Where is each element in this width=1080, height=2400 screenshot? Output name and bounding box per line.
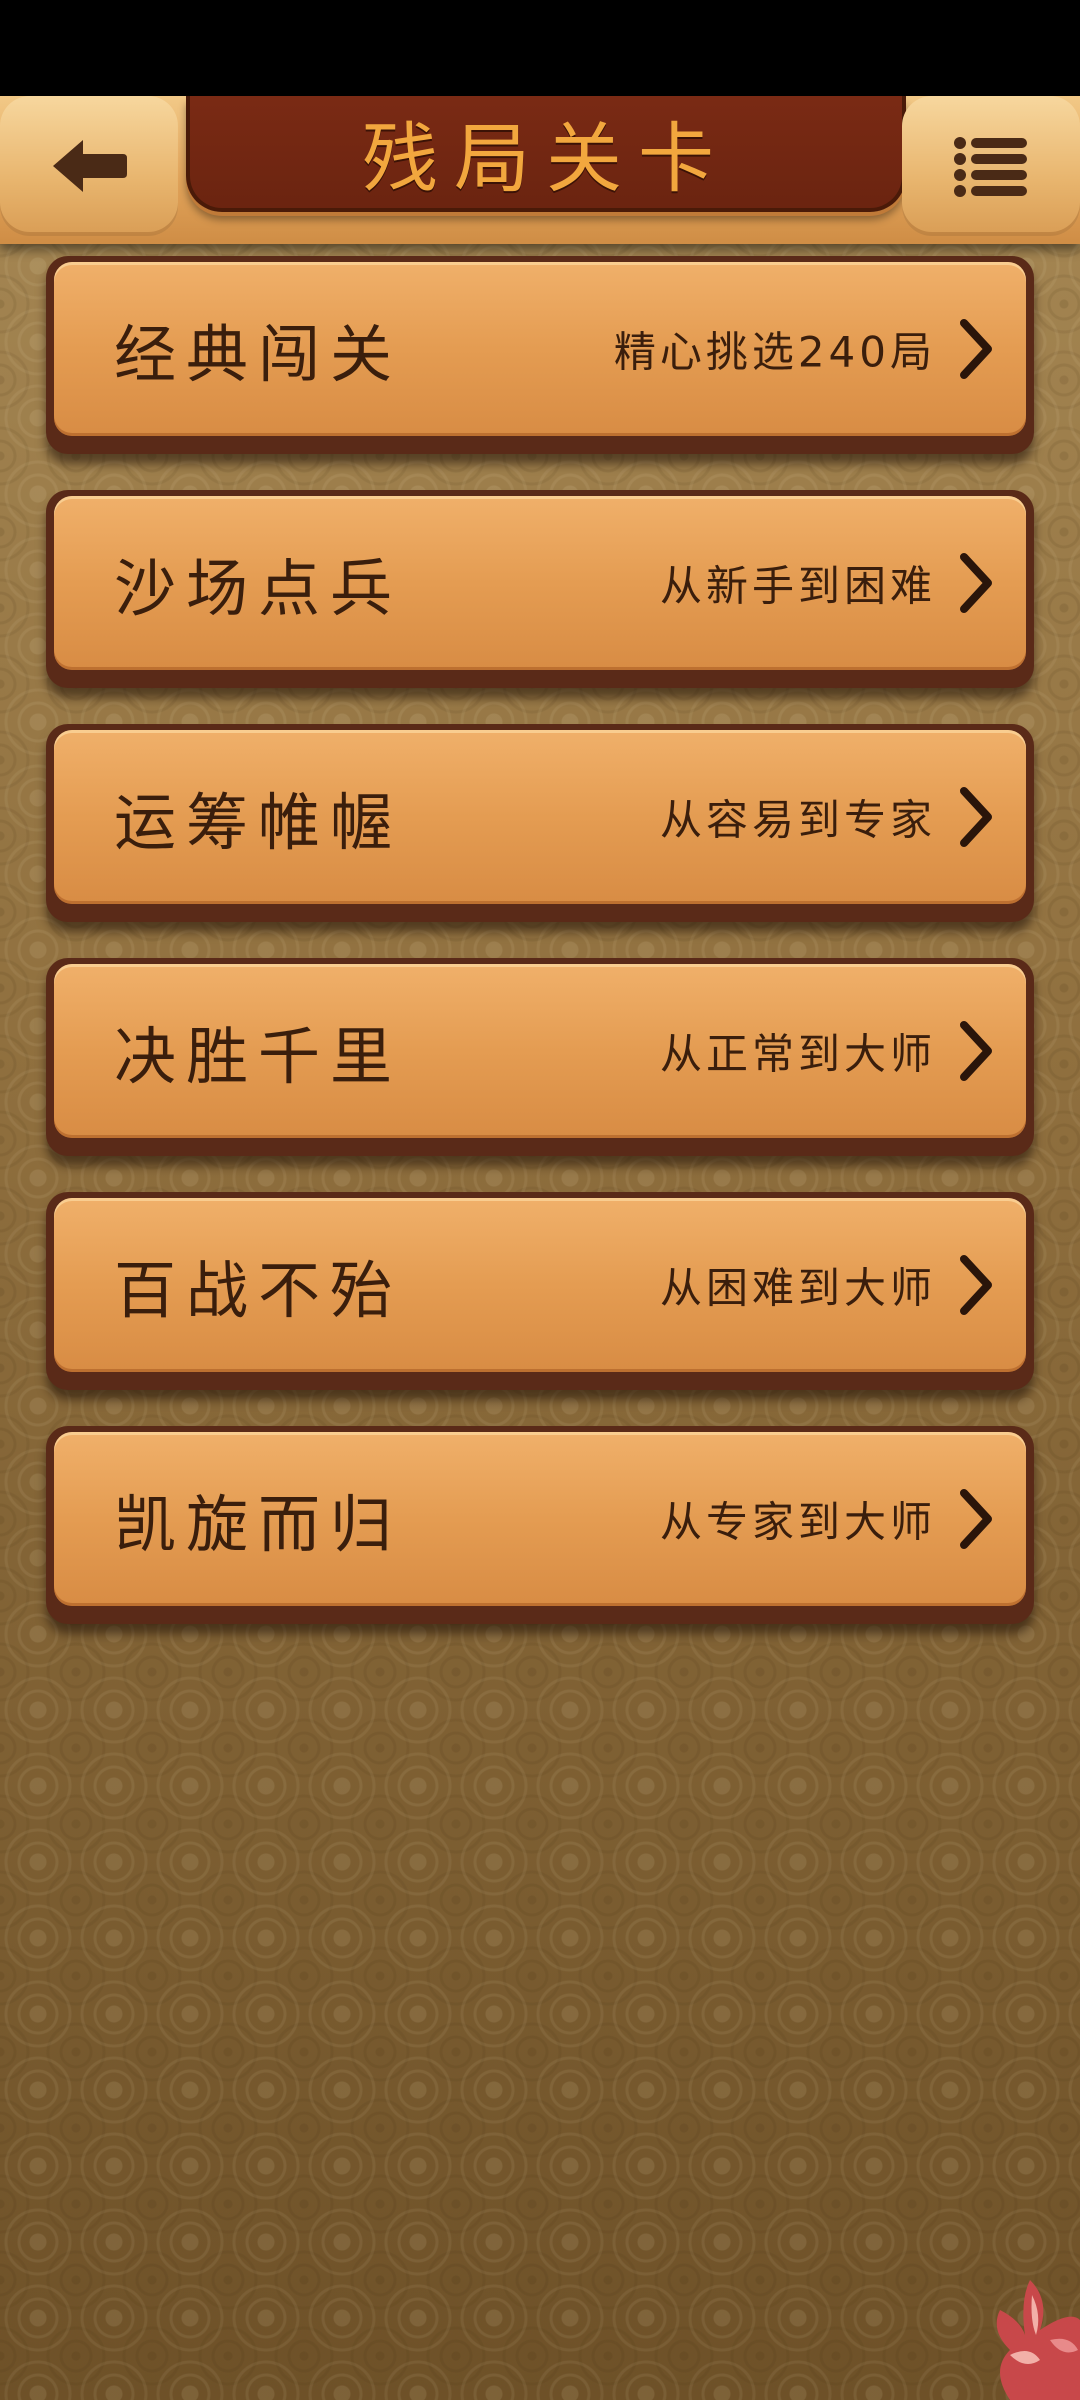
- chevron-right-icon: [960, 787, 992, 847]
- level-desc: 从困难到大师: [659, 1263, 936, 1313]
- level-desc: 精心挑选240局: [613, 327, 936, 377]
- level-name: 沙场点兵: [114, 552, 403, 625]
- title-plate: 残局关卡: [186, 96, 906, 212]
- level-item-face: 凯旋而归 从专家到大师: [54, 1432, 1026, 1606]
- level-item-shachang[interactable]: 沙场点兵 从新手到困难: [46, 490, 1034, 688]
- level-item-baizhan[interactable]: 百战不殆 从困难到大师: [46, 1192, 1034, 1390]
- level-item-face: 决胜千里 从正常到大师: [54, 964, 1026, 1138]
- level-name: 运筹帷幄: [114, 786, 403, 859]
- level-item-face: 百战不殆 从困难到大师: [54, 1198, 1026, 1372]
- chevron-right-icon: [960, 553, 992, 613]
- level-item-face: 经典闯关 精心挑选240局: [54, 262, 1026, 436]
- list-menu-icon: [954, 137, 1027, 197]
- level-item-kaixuan[interactable]: 凯旋而归 从专家到大师: [46, 1426, 1034, 1624]
- chevron-right-icon: [960, 1021, 992, 1081]
- chevron-right-icon: [960, 1489, 992, 1549]
- menu-button[interactable]: [902, 96, 1080, 236]
- page-title: 残局关卡: [362, 114, 730, 203]
- level-item-face: 沙场点兵 从新手到困难: [54, 496, 1026, 670]
- level-item-juesheng[interactable]: 决胜千里 从正常到大师: [46, 958, 1034, 1156]
- level-item-face: 运筹帷幄 从容易到专家: [54, 730, 1026, 904]
- chevron-right-icon: [960, 1255, 992, 1315]
- back-arrow-icon: [53, 140, 127, 192]
- level-desc: 从新手到困难: [659, 561, 936, 611]
- level-name: 百战不殆: [114, 1254, 403, 1327]
- status-bar: [0, 0, 1080, 96]
- lotus-flower-decoration-icon: [996, 2280, 1080, 2400]
- level-name: 经典闯关: [114, 318, 403, 391]
- level-desc: 从正常到大师: [659, 1029, 936, 1079]
- top-bar: 残局关卡: [0, 96, 1080, 244]
- level-name: 决胜千里: [114, 1020, 403, 1093]
- chevron-right-icon: [960, 319, 992, 379]
- level-item-yunchou[interactable]: 运筹帷幄 从容易到专家: [46, 724, 1034, 922]
- level-item-classic[interactable]: 经典闯关 精心挑选240局: [46, 256, 1034, 454]
- level-desc: 从专家到大师: [659, 1497, 936, 1547]
- back-button[interactable]: [0, 96, 178, 236]
- level-desc: 从容易到专家: [659, 795, 936, 845]
- level-name: 凯旋而归: [114, 1488, 403, 1561]
